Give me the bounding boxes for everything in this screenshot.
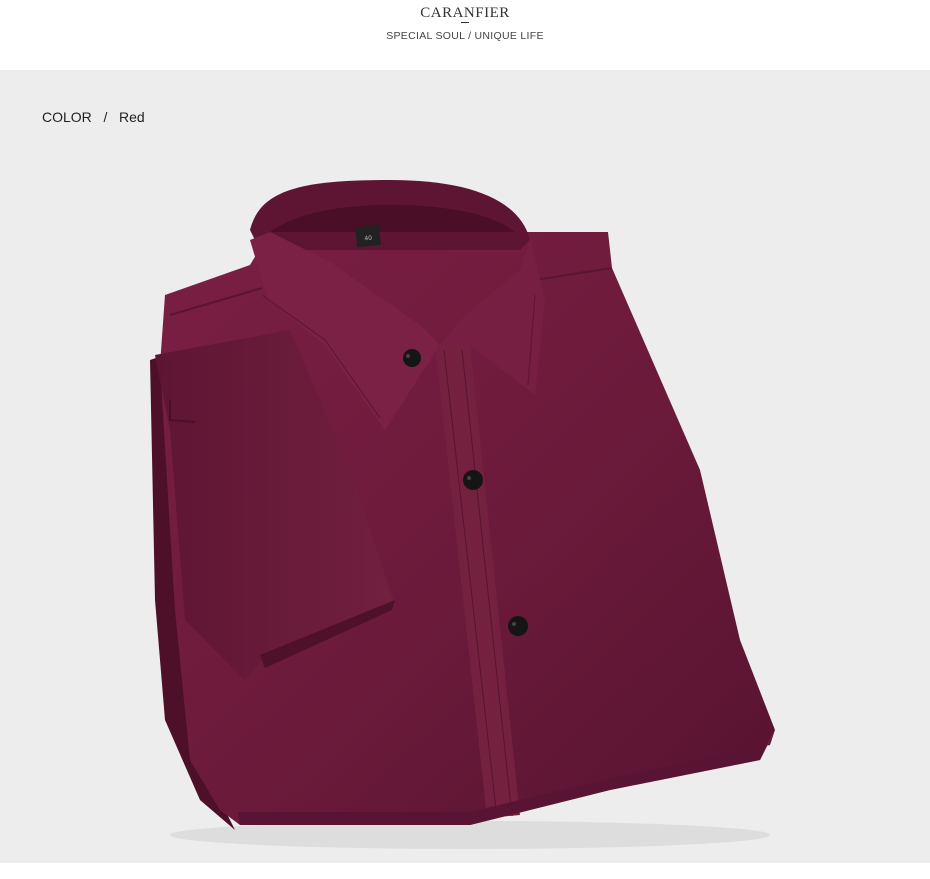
shirt-icon: 40 (150, 180, 775, 849)
footer-strip (0, 863, 930, 879)
svg-text:40: 40 (364, 235, 373, 243)
